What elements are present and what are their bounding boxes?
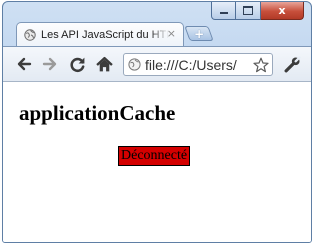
screenshot-canvas: x Les API JavaScript du HTML5 × + <box>0 0 316 247</box>
maximize-button[interactable] <box>236 2 261 20</box>
address-bar[interactable]: file:///C:/Users/ <box>123 53 273 76</box>
page-content: applicationCache Déconnecté <box>3 82 311 242</box>
browser-window: x Les API JavaScript du HTML5 × + <box>2 1 312 243</box>
minimize-button[interactable] <box>211 2 236 20</box>
window-controls: x <box>211 2 304 21</box>
browser-tab[interactable]: Les API JavaScript du HTML5 × <box>16 22 184 47</box>
forward-arrow-icon <box>42 57 57 71</box>
maximize-icon <box>243 6 253 15</box>
home-icon <box>95 56 113 71</box>
wrench-icon <box>284 55 301 72</box>
plus-icon: + <box>193 26 205 41</box>
page-heading: applicationCache <box>19 101 176 125</box>
wrench-menu-button[interactable] <box>283 55 301 73</box>
bookmark-star-icon[interactable] <box>253 57 269 73</box>
close-window-icon: x <box>278 4 286 17</box>
page-icon <box>128 58 141 71</box>
back-arrow-icon <box>17 57 32 71</box>
browser-toolbar: file:///C:/Users/ <box>3 46 311 82</box>
minimize-icon <box>219 12 228 14</box>
back-button[interactable] <box>15 55 33 73</box>
reload-button[interactable] <box>68 55 86 73</box>
reload-icon <box>69 57 84 72</box>
forward-button[interactable] <box>41 55 59 73</box>
home-button[interactable] <box>95 55 113 73</box>
url-text: file:///C:/Users/ <box>145 56 237 73</box>
new-tab-button[interactable]: + <box>184 26 214 41</box>
close-window-button[interactable]: x <box>261 2 304 20</box>
globe-icon <box>24 29 36 41</box>
connection-status-badge: Déconnecté <box>118 146 191 166</box>
tab-title: Les API JavaScript du HTML5 <box>41 29 169 41</box>
close-tab-icon[interactable]: × <box>167 28 176 39</box>
